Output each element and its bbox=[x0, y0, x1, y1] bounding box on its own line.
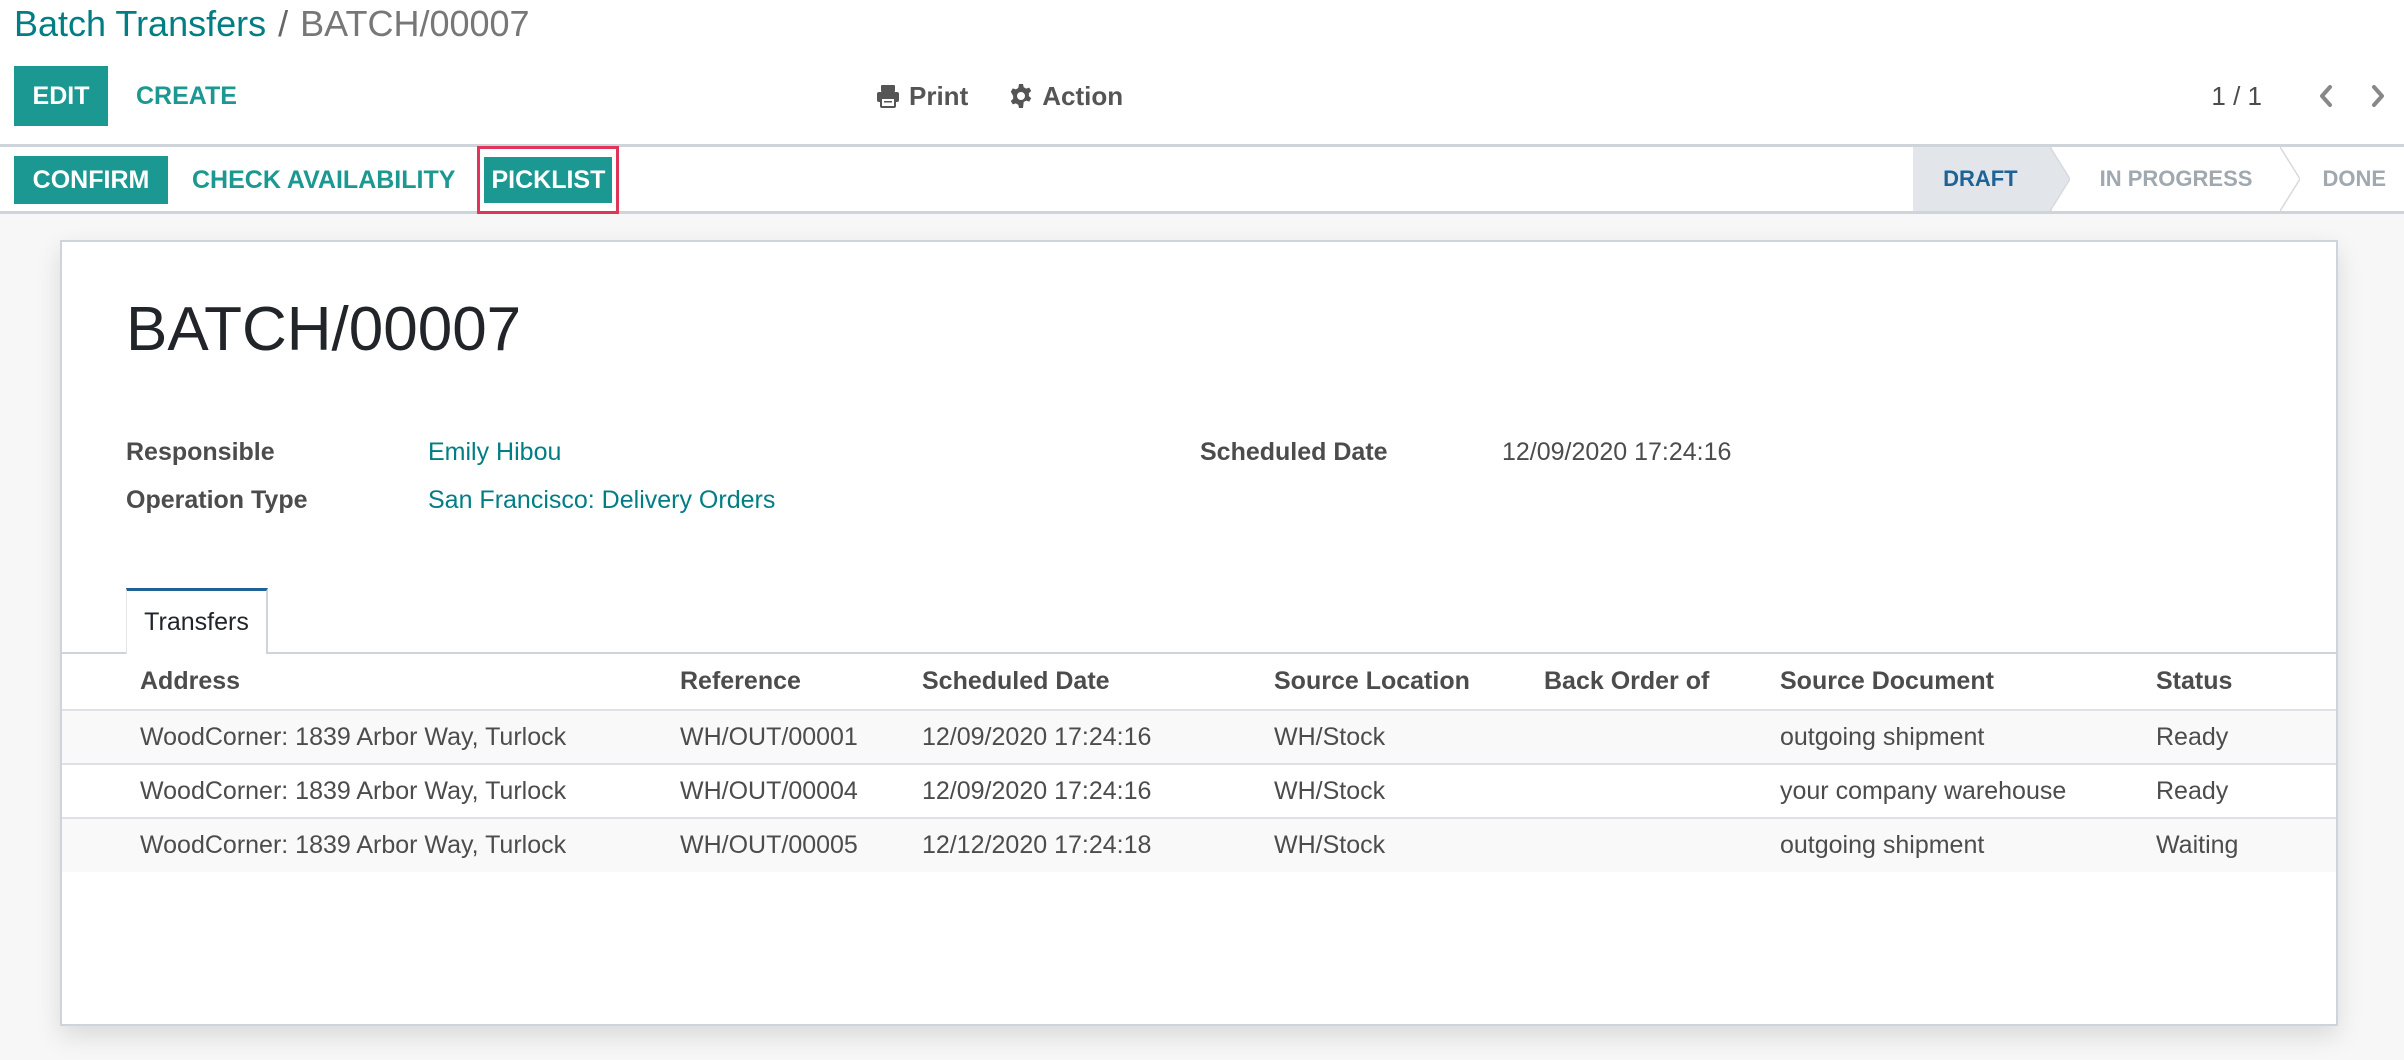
pager-value[interactable]: 1 / 1 bbox=[2211, 81, 2262, 112]
control-panel: Batch Transfers / BATCH/00007 EDIT CREAT… bbox=[0, 0, 2404, 147]
cell-reference: WH/OUT/00001 bbox=[672, 710, 914, 765]
cell-source-location: WH/Stock bbox=[1266, 818, 1536, 872]
field-operation-type: Operation Type San Francisco: Delivery O… bbox=[126, 480, 775, 520]
form-statusbar: CONFIRM CHECK AVAILABILITY PICKLIST DRAF… bbox=[0, 146, 2404, 214]
confirm-button[interactable]: CONFIRM bbox=[14, 156, 168, 204]
cell-address: WoodCorner: 1839 Arbor Way, Turlock bbox=[132, 818, 672, 872]
stage-pipeline: DRAFT IN PROGRESS DONE bbox=[1913, 147, 2404, 211]
chevron-left-icon bbox=[2320, 85, 2332, 107]
picklist-button[interactable]: PICKLIST bbox=[484, 157, 613, 203]
stage-in-progress: IN PROGRESS bbox=[2052, 147, 2301, 211]
cell-scheduled-date: 12/09/2020 17:24:16 bbox=[914, 710, 1266, 765]
column-header-address[interactable]: Address bbox=[132, 654, 672, 711]
check-availability-button[interactable]: CHECK AVAILABILITY bbox=[168, 156, 475, 204]
cell-status: Ready bbox=[2148, 764, 2336, 819]
action-dropdown[interactable]: Action bbox=[1008, 81, 1123, 112]
picklist-highlight: PICKLIST bbox=[477, 146, 620, 214]
cell-address: WoodCorner: 1839 Arbor Way, Turlock bbox=[132, 764, 672, 819]
column-header-source-document[interactable]: Source Document bbox=[1772, 654, 2148, 711]
cell-source-location: WH/Stock bbox=[1266, 764, 1536, 819]
stage-in-progress-label: IN PROGRESS bbox=[2099, 166, 2253, 191]
stage-arrow-icon bbox=[2280, 147, 2301, 211]
table-row[interactable]: WoodCorner: 1839 Arbor Way, Turlock WH/O… bbox=[62, 764, 2336, 819]
stage-done-label: DONE bbox=[2322, 166, 2386, 191]
cell-back-order-of bbox=[1536, 818, 1772, 872]
responsible-value[interactable]: Emily Hibou bbox=[428, 438, 561, 467]
cell-source-document: outgoing shipment bbox=[1772, 818, 2148, 872]
tab-transfers[interactable]: Transfers bbox=[126, 588, 268, 656]
cell-back-order-of bbox=[1536, 710, 1772, 765]
operation-type-label: Operation Type bbox=[126, 485, 308, 514]
column-header-scheduled-date[interactable]: Scheduled Date bbox=[914, 654, 1266, 711]
pager-next-button[interactable] bbox=[2352, 66, 2404, 126]
field-scheduled-date: Scheduled Date 12/09/2020 17:24:16 bbox=[1200, 432, 1731, 472]
cell-status: Ready bbox=[2148, 710, 2336, 765]
edit-button[interactable]: EDIT bbox=[14, 66, 108, 126]
cell-source-document: outgoing shipment bbox=[1772, 710, 2148, 765]
column-header-back-order-of[interactable]: Back Order of bbox=[1536, 654, 1772, 711]
field-responsible: Responsible Emily Hibou bbox=[126, 432, 561, 472]
column-header-reference[interactable]: Reference bbox=[672, 654, 914, 711]
transfers-table: Address Reference Scheduled Date Source … bbox=[62, 654, 2336, 872]
column-header-source-location[interactable]: Source Location bbox=[1266, 654, 1536, 711]
cell-back-order-of bbox=[1536, 764, 1772, 819]
chevron-right-icon bbox=[2372, 85, 2384, 107]
cell-address: WoodCorner: 1839 Arbor Way, Turlock bbox=[132, 710, 672, 765]
scheduled-date-label: Scheduled Date bbox=[1200, 437, 1388, 466]
stage-done: DONE bbox=[2282, 147, 2404, 211]
row-spacer bbox=[62, 764, 132, 819]
statusbar-buttons: CONFIRM CHECK AVAILABILITY PICKLIST bbox=[14, 146, 620, 214]
action-label: Action bbox=[1042, 80, 1124, 111]
gear-icon bbox=[1011, 84, 1032, 108]
operation-type-value[interactable]: San Francisco: Delivery Orders bbox=[428, 486, 775, 515]
form-sheet: BATCH/00007 Responsible Emily Hibou Oper… bbox=[60, 240, 2338, 1026]
column-header-status[interactable]: Status bbox=[2148, 654, 2336, 711]
record-title: BATCH/00007 bbox=[126, 295, 522, 364]
breadcrumb-current: BATCH/00007 bbox=[300, 3, 530, 44]
cell-status: Waiting bbox=[2148, 818, 2336, 872]
table-row[interactable]: WoodCorner: 1839 Arbor Way, Turlock WH/O… bbox=[62, 710, 2336, 765]
stage-draft-label: DRAFT bbox=[1943, 166, 2018, 191]
cell-source-location: WH/Stock bbox=[1266, 710, 1536, 765]
breadcrumb-batch-transfers[interactable]: Batch Transfers bbox=[14, 3, 266, 45]
sidebar-actions: Print Action bbox=[875, 66, 1123, 126]
table-header-row: Address Reference Scheduled Date Source … bbox=[62, 654, 2336, 711]
stage-draft: DRAFT bbox=[1913, 147, 2070, 211]
breadcrumb-separator: / bbox=[278, 3, 289, 44]
row-spacer bbox=[62, 710, 132, 765]
table-row[interactable]: WoodCorner: 1839 Arbor Way, Turlock WH/O… bbox=[62, 818, 2336, 872]
header-spacer bbox=[62, 654, 132, 711]
create-button[interactable]: CREATE bbox=[122, 66, 251, 126]
printer-icon bbox=[877, 85, 899, 108]
breadcrumb: Batch Transfers / BATCH/00007 bbox=[14, 0, 530, 48]
print-label: Print bbox=[909, 80, 969, 111]
cell-reference: WH/OUT/00004 bbox=[672, 764, 914, 819]
cell-source-document: your company warehouse bbox=[1772, 764, 2148, 819]
row-spacer bbox=[62, 818, 132, 872]
notebook-tabs: Transfers bbox=[62, 588, 2336, 656]
print-dropdown[interactable]: Print bbox=[875, 81, 968, 112]
pager: 1 / 1 bbox=[2211, 66, 2404, 126]
cell-reference: WH/OUT/00005 bbox=[672, 818, 914, 872]
cell-scheduled-date: 12/09/2020 17:24:16 bbox=[914, 764, 1266, 819]
stage-arrow-icon bbox=[2049, 147, 2070, 211]
scheduled-date-value: 12/09/2020 17:24:16 bbox=[1502, 437, 1732, 466]
pager-previous-button[interactable] bbox=[2300, 66, 2352, 126]
cell-scheduled-date: 12/12/2020 17:24:18 bbox=[914, 818, 1266, 872]
responsible-label: Responsible bbox=[126, 437, 275, 466]
